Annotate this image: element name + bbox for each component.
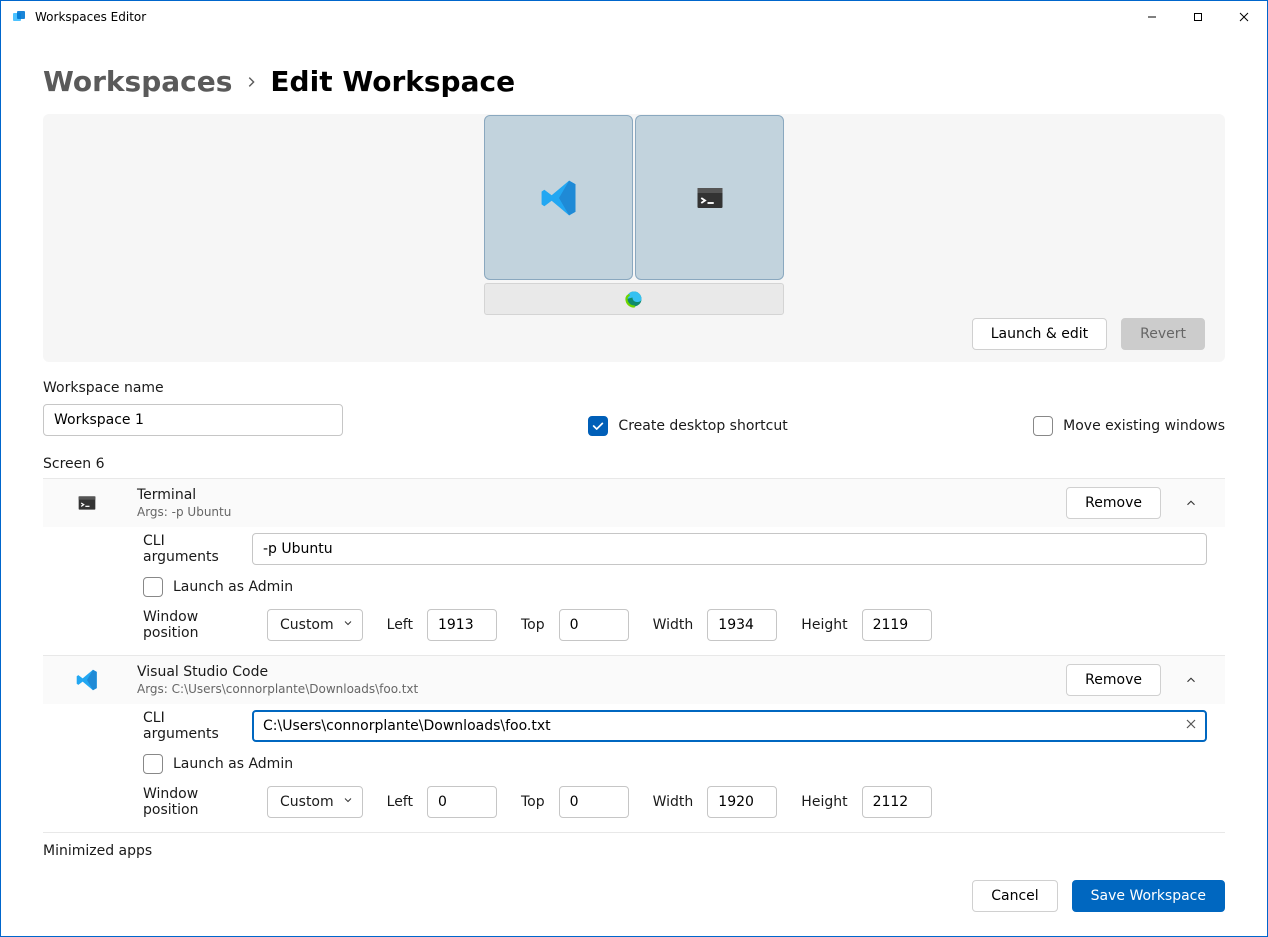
preview-minimized-bar[interactable] [484,283,784,315]
height-input[interactable] [862,609,932,641]
app-name: Terminal [137,487,231,503]
window-title: Workspaces Editor [35,10,146,24]
screen-section-label: Screen 6 [43,456,1225,472]
workspace-name-input[interactable] [43,404,343,436]
app-header[interactable]: Visual Studio Code Args: C:\Users\connor… [43,656,1225,704]
create-shortcut-checkbox[interactable] [588,416,608,436]
launch-admin-label: Launch as Admin [173,579,293,595]
width-label: Width [653,794,694,810]
close-button[interactable] [1221,1,1267,33]
app-args-summary: Args: -p Ubuntu [137,505,231,519]
cli-args-label: CLI arguments [143,533,238,565]
create-shortcut-label: Create desktop shortcut [618,418,787,434]
width-input[interactable] [707,609,777,641]
terminal-icon [51,493,123,513]
top-label: Top [521,617,545,633]
width-label: Width [653,617,694,633]
launch-admin-checkbox[interactable] [143,577,163,597]
top-label: Top [521,794,545,810]
revert-button[interactable]: Revert [1121,318,1205,350]
move-windows-checkbox[interactable] [1033,416,1053,436]
top-input[interactable] [559,609,629,641]
window-position-label: Window position [143,786,253,818]
maximize-button[interactable] [1175,1,1221,33]
cli-args-label: CLI arguments [143,710,238,742]
app-args-summary: Args: C:\Users\connorplante\Downloads\fo… [137,682,418,696]
clear-icon[interactable] [1185,718,1197,734]
width-input[interactable] [707,786,777,818]
footer: Cancel Save Workspace [43,864,1225,936]
cli-args-input[interactable] [252,533,1207,565]
height-label: Height [801,617,847,633]
app-icon [11,9,27,25]
titlebar: Workspaces Editor [1,1,1267,33]
launch-admin-checkbox[interactable] [143,754,163,774]
minimized-section-label: Minimized apps [43,843,1225,859]
launch-admin-label: Launch as Admin [173,756,293,772]
chevron-right-icon [244,70,258,94]
breadcrumb-current: Edit Workspace [270,65,515,98]
position-mode-select[interactable]: Custom [267,609,363,641]
breadcrumb-root[interactable]: Workspaces [43,65,232,98]
top-input[interactable] [559,786,629,818]
left-label: Left [387,794,413,810]
remove-button[interactable]: Remove [1066,487,1161,519]
cli-args-input[interactable] [252,710,1207,742]
app-item: Visual Studio Code Args: C:\Users\connor… [43,656,1225,833]
move-windows-label: Move existing windows [1063,418,1225,434]
position-mode-select[interactable]: Custom [267,786,363,818]
minimize-button[interactable] [1129,1,1175,33]
workspace-name-label: Workspace name [43,380,343,396]
remove-button[interactable]: Remove [1066,664,1161,696]
window-position-label: Window position [143,609,253,641]
save-workspace-button[interactable]: Save Workspace [1072,880,1225,912]
height-label: Height [801,794,847,810]
collapse-button[interactable] [1175,664,1207,696]
left-input[interactable] [427,786,497,818]
launch-edit-button[interactable]: Launch & edit [972,318,1107,350]
layout-preview-panel: Launch & edit Revert [43,114,1225,362]
vscode-icon [51,667,123,693]
app-header[interactable]: Terminal Args: -p Ubuntu Remove [43,479,1225,527]
collapse-button[interactable] [1175,487,1207,519]
height-input[interactable] [862,786,932,818]
breadcrumb: Workspaces Edit Workspace [43,33,1225,114]
app-list: Terminal Args: -p Ubuntu Remove CLI argu… [43,478,1225,864]
preview-tile-terminal[interactable] [635,115,784,280]
left-label: Left [387,617,413,633]
app-name: Visual Studio Code [137,664,418,680]
preview-tile-vscode[interactable] [484,115,633,280]
left-input[interactable] [427,609,497,641]
cancel-button[interactable]: Cancel [972,880,1057,912]
app-item: Terminal Args: -p Ubuntu Remove CLI argu… [43,479,1225,656]
